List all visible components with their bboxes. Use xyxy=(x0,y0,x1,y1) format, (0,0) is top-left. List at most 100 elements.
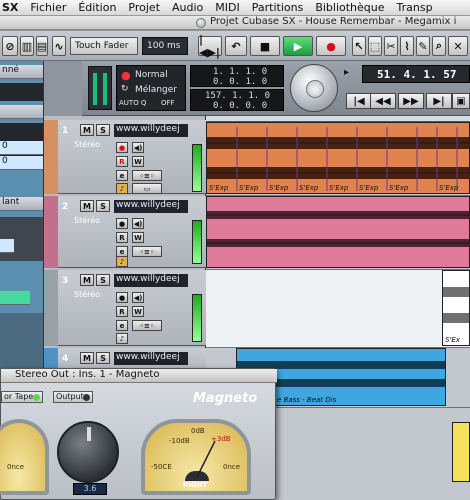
glue-tool-icon[interactable]: ⌇ xyxy=(400,36,414,56)
lane-3-event[interactable]: S'Ex xyxy=(442,270,470,346)
inspector-mini-1[interactable] xyxy=(0,239,14,253)
inspector-value-3[interactable]: lant xyxy=(0,197,43,211)
toolbar-icon-2[interactable]: ▥ xyxy=(20,36,34,56)
inspector-bottom xyxy=(0,313,43,371)
track-2-write-icon[interactable]: W xyxy=(132,232,144,243)
track-1-folder-icon[interactable]: ▭ xyxy=(132,183,162,194)
menu-app[interactable]: SX xyxy=(0,1,24,14)
mute-tool-icon[interactable]: ✕ xyxy=(448,36,468,56)
track-3-mute-button[interactable]: M xyxy=(80,274,94,286)
project-toolbar: ⊘ ▥ ▤ ∿ Touch Fader 100 ms |◀▶| ↶ ■ ▶ ● … xyxy=(0,31,470,61)
track-4-solo-button[interactable]: S xyxy=(96,352,110,364)
menu-transport[interactable]: Transp xyxy=(391,1,439,14)
output-button[interactable]: Output xyxy=(53,391,93,403)
automation-icon[interactable]: ∿ xyxy=(52,36,66,56)
rewind-start-button[interactable]: |◀ xyxy=(346,93,372,109)
play-button[interactable]: ▶ xyxy=(283,36,313,56)
menu-fichier[interactable]: Fichier xyxy=(24,1,72,14)
track-2-record-icon[interactable]: ● xyxy=(116,218,128,229)
left-locator-display[interactable]: 1. 1. 1. 0 0. 0. 1. 0 xyxy=(190,65,284,87)
plugin-title-bar[interactable]: Stereo Out : Ins. 1 - Magneto xyxy=(1,369,277,383)
auto-quantize-off[interactable]: OFF xyxy=(161,99,175,107)
track-4-name[interactable]: www.willydeej xyxy=(114,352,188,365)
track-1-mute-button[interactable]: M xyxy=(80,124,94,136)
track-3-number: 3 xyxy=(62,276,69,286)
lane-5-event[interactable] xyxy=(452,422,470,482)
track-4-mute-button[interactable]: M xyxy=(80,352,94,364)
stop-button[interactable]: ■ xyxy=(250,36,280,56)
track-3-solo-button[interactable]: S xyxy=(96,274,110,286)
forward-button[interactable]: ▶▶ xyxy=(398,93,424,109)
track-3-monitor-icon[interactable]: ◀) xyxy=(132,292,144,303)
auto-quantize[interactable]: AUTO Q xyxy=(119,99,146,107)
right-locator-display[interactable]: 157. 1. 1. 0 0. 0. 0. 0 xyxy=(190,89,284,111)
track-2-insert-icon[interactable]: ◦≡◦ xyxy=(132,246,162,257)
output-led-icon xyxy=(83,394,90,401)
track-1-write-icon[interactable]: W xyxy=(132,156,144,167)
range-tool-icon[interactable]: ⬚ xyxy=(368,36,382,56)
window-button-icon[interactable] xyxy=(196,18,206,28)
tape-button[interactable]: or Tape xyxy=(1,391,43,403)
inspector-value-2[interactable]: 0 xyxy=(0,156,43,170)
track-2-name[interactable]: www.willydeej xyxy=(114,200,188,213)
record-button[interactable]: ● xyxy=(316,36,346,56)
inspector-row-a[interactable] xyxy=(0,105,43,119)
track-1-eq-icon[interactable]: e xyxy=(116,170,128,181)
automation-mode-dropdown[interactable]: Touch Fader xyxy=(70,37,138,55)
track-1-insert-icon[interactable]: ◦≡◦ xyxy=(132,170,162,181)
inspector-dark-strip xyxy=(0,83,43,101)
menu-audio[interactable]: Audio xyxy=(166,1,209,14)
track-3-insert-icon[interactable]: ◦≡◦ xyxy=(132,320,162,331)
forward-end-button[interactable]: ▶| xyxy=(426,93,452,109)
track-1-monitor-icon[interactable]: ◀) xyxy=(132,142,144,153)
lane-1-event[interactable]: S'Exp S'Exp S'Exp S'Exp S'Exp S'Exp S'Ex… xyxy=(206,122,470,194)
track-2[interactable]: 2 M S www.willydeej Stéréo ● ◀) R W e ◦≡… xyxy=(44,196,206,268)
menu-projet[interactable]: Projet xyxy=(122,1,166,14)
pointer-tool-icon[interactable]: ↖ xyxy=(352,36,366,56)
lane-2-waveform xyxy=(207,211,469,247)
track-2-read-icon[interactable]: R xyxy=(116,232,128,243)
knob-pointer-icon xyxy=(87,427,91,441)
lane-2-event[interactable] xyxy=(206,196,470,268)
magneto-plugin-window: Stereo Out : Ins. 1 - Magneto or Tape Ou… xyxy=(0,368,277,500)
record-mode-merge[interactable]: Mélanger xyxy=(135,85,177,95)
track-1-record-icon[interactable]: ● xyxy=(116,142,128,153)
extra-transport-button[interactable]: ▣ xyxy=(452,93,470,109)
zoom-tool-icon[interactable]: ⌕ xyxy=(432,36,446,56)
record-mode-normal[interactable]: Normal xyxy=(135,70,168,80)
inspector-title-row[interactable]: nné xyxy=(0,65,43,79)
track-2-mute-button[interactable]: M xyxy=(80,200,94,212)
menu-midi[interactable]: MIDI xyxy=(209,1,245,14)
track-2-solo-button[interactable]: S xyxy=(96,200,110,212)
track-3-read-icon[interactable]: R xyxy=(116,306,128,317)
go-to-start-button[interactable]: |◀▶| xyxy=(198,33,222,59)
track-1-solo-button[interactable]: S xyxy=(96,124,110,136)
rewind-button[interactable]: ◀◀ xyxy=(370,93,396,109)
track-3[interactable]: 3 M S www.willydeej Stéréo ● ◀) R W e ◦≡… xyxy=(44,270,206,346)
inspector-green-fader[interactable] xyxy=(0,291,30,305)
saturation-knob[interactable] xyxy=(57,421,119,483)
track-2-monitor-icon[interactable]: ◀) xyxy=(132,218,144,229)
scissors-tool-icon[interactable]: ✂ xyxy=(384,36,398,56)
track-3-eq-icon[interactable]: e xyxy=(116,320,128,331)
track-1-name[interactable]: www.willydeej xyxy=(114,124,188,137)
track-1-read-icon[interactable]: R xyxy=(116,156,128,167)
inspector-value-1[interactable]: 0 xyxy=(0,141,43,155)
toolbar-icon-3[interactable]: ▤ xyxy=(36,36,48,56)
jog-shuttle-wheel[interactable] xyxy=(290,64,338,112)
time-value-field[interactable]: 100 ms xyxy=(142,37,188,55)
menu-bibliotheque[interactable]: Bibliothèque xyxy=(309,1,390,14)
track-3-lane-icon[interactable]: ♪ xyxy=(116,333,128,344)
track-3-name[interactable]: www.willydeej xyxy=(114,274,188,287)
menu-edition[interactable]: Édition xyxy=(72,1,122,14)
cycle-button[interactable]: ↶ xyxy=(225,36,247,56)
toolbar-icon-1[interactable]: ⊘ xyxy=(2,36,18,56)
track-2-lane-icon[interactable]: ♪ xyxy=(116,256,128,267)
track-3-record-icon[interactable]: ● xyxy=(116,292,128,303)
track-3-write-icon[interactable]: W xyxy=(132,306,144,317)
track-1[interactable]: 1 M S www.willydeej Stéréo ● ◀) R W e ◦≡… xyxy=(44,120,206,194)
position-display[interactable]: 51. 4. 1. 57 xyxy=(362,65,470,83)
menu-partitions[interactable]: Partitions xyxy=(246,1,310,14)
erase-tool-icon[interactable]: ✎ xyxy=(416,36,430,56)
track-1-lane-icon[interactable]: ♪ xyxy=(116,183,128,194)
